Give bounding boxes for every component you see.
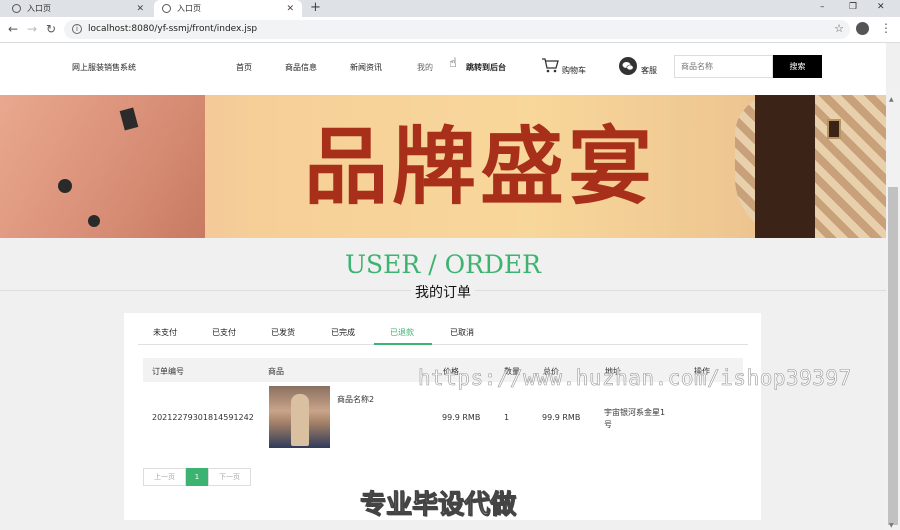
current-page-button[interactable]: 1: [186, 468, 208, 486]
tab-paid[interactable]: 已支付: [212, 327, 236, 338]
scroll-down-arrow-icon[interactable]: ▼: [889, 522, 894, 529]
mouse-cursor-icon: ☝: [449, 56, 457, 71]
banner-text: 品牌盛宴: [303, 117, 656, 216]
order-number: 20212279301814591242: [152, 413, 254, 422]
window-close-button[interactable]: ✕: [877, 0, 885, 14]
col-product: 商品: [268, 367, 284, 376]
nav-home[interactable]: 首页: [236, 62, 252, 73]
search-input[interactable]: [674, 55, 773, 78]
quantity-value: 1: [504, 413, 510, 422]
site-header: 网上服装销售系统 首页 商品信息 新闻资讯 我的 跳转到后台 购物车 客服 搜索: [0, 43, 886, 95]
address-line-2: 号: [604, 420, 612, 429]
wechat-icon[interactable]: [619, 57, 637, 75]
nav-products[interactable]: 商品信息: [285, 62, 317, 73]
tab-divider: [138, 344, 748, 345]
section-title-en: USER / ORDER: [344, 250, 542, 279]
bookmark-star-icon[interactable]: ☆: [834, 22, 844, 35]
product-name[interactable]: 商品名称2: [337, 394, 374, 405]
cart-icon[interactable]: [541, 57, 559, 73]
url-text[interactable]: localhost:8080/yf-ssmj/front/index.jsp: [88, 24, 257, 34]
cart-label[interactable]: 购物车: [562, 65, 586, 76]
section-title-cn-text: 我的订单: [411, 285, 475, 301]
promo-banner[interactable]: 品牌盛宴: [0, 95, 886, 238]
minimize-button[interactable]: –: [820, 0, 825, 14]
tab-cancelled[interactable]: 已取消: [450, 327, 474, 338]
col-order-no: 订单编号: [152, 367, 184, 376]
tab-shipped[interactable]: 已发货: [271, 327, 295, 338]
handbag-image: [735, 95, 886, 238]
scrollbar-thumb[interactable]: [888, 187, 898, 525]
new-tab-button[interactable]: +: [310, 0, 321, 17]
price-value: 99.9 RMB: [442, 413, 481, 422]
product-thumbnail[interactable]: [269, 386, 330, 448]
nav-news[interactable]: 新闻资讯: [350, 62, 382, 73]
nav-my[interactable]: 我的: [417, 62, 433, 73]
globe-icon: [162, 4, 171, 13]
site-name: 网上服装销售系统: [72, 63, 136, 72]
back-arrow-icon[interactable]: ←: [8, 22, 18, 36]
globe-icon: [12, 4, 21, 13]
info-icon[interactable]: i: [72, 24, 82, 34]
tab-title: 入口页: [27, 4, 51, 13]
scroll-up-arrow-icon[interactable]: ▲: [889, 96, 894, 103]
coat-image: [0, 95, 205, 238]
tab-completed[interactable]: 已完成: [331, 327, 355, 338]
section-title-cn: 我的订单: [0, 282, 886, 302]
browser-tab-2[interactable]: 入口页 ✕: [154, 0, 302, 17]
tab-title: 入口页: [177, 4, 201, 13]
address-bar-row: ← → ↻ i localhost:8080/yf-ssmj/front/ind…: [0, 17, 900, 43]
active-tab-indicator: [374, 343, 432, 345]
profile-avatar-icon[interactable]: [856, 22, 869, 35]
close-icon[interactable]: ✕: [136, 4, 144, 14]
browser-menu-icon[interactable]: ⋮: [880, 21, 892, 35]
tab-unpaid[interactable]: 未支付: [153, 327, 177, 338]
search-button[interactable]: 搜索: [773, 55, 822, 78]
total-value: 99.9 RMB: [542, 413, 581, 422]
prev-page-button[interactable]: 上一页: [143, 468, 186, 486]
watermark-caption: 专业毕设代做: [359, 490, 517, 521]
watermark-url: https://www.huzhan.com/ishop39397: [418, 366, 852, 391]
browser-tab-bar: 入口页 ✕ 入口页 ✕ + – ❐ ✕: [0, 0, 900, 17]
restore-button[interactable]: ❐: [849, 0, 857, 14]
close-icon[interactable]: ✕: [286, 4, 294, 14]
browser-tab-1[interactable]: 入口页 ✕: [4, 0, 152, 17]
tab-refunded[interactable]: 已退款: [390, 327, 414, 338]
forward-arrow-icon[interactable]: →: [27, 22, 37, 36]
nav-admin[interactable]: 跳转到后台: [466, 62, 506, 73]
service-label[interactable]: 客服: [641, 65, 657, 76]
address-line-1: 宇宙银河系金星1: [604, 408, 666, 417]
next-page-button[interactable]: 下一页: [208, 468, 251, 486]
url-field[interactable]: i localhost:8080/yf-ssmj/front/index.jsp…: [64, 20, 850, 39]
reload-icon[interactable]: ↻: [46, 22, 56, 36]
